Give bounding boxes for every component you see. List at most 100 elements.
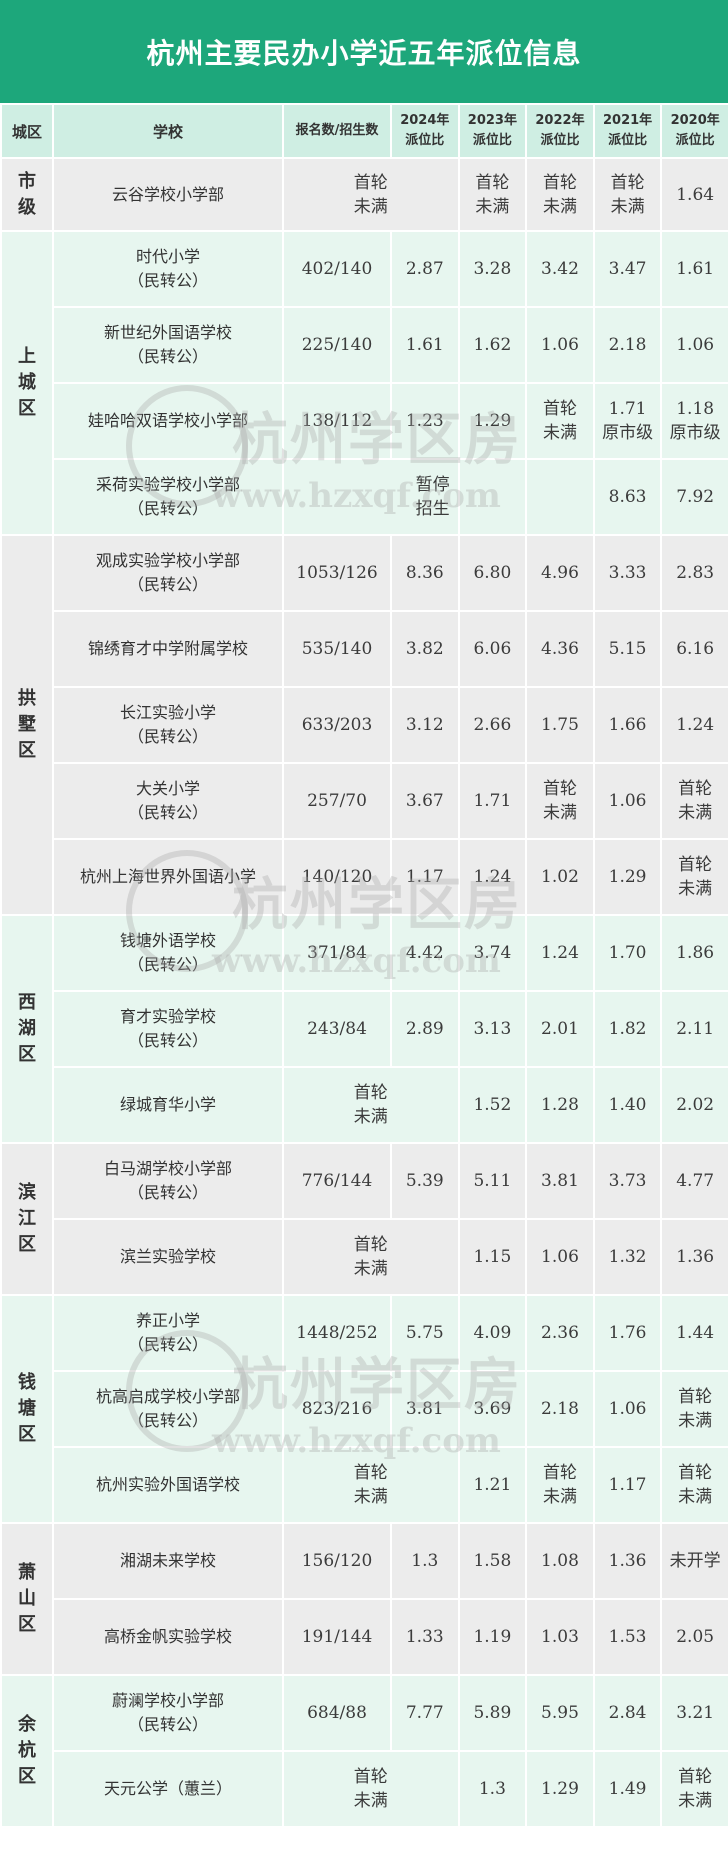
school-name: 绿城育华小学 (52, 1066, 284, 1144)
header-row: 城区 学校 报名数/招生数 2024年 派位比 2023年 派位比 2022年 … (0, 103, 728, 159)
ratio-y2021: 3.33 (592, 534, 663, 612)
ratio-y2020: 3.21 (660, 1674, 728, 1752)
school-name: 杭州实验外国语学校 (52, 1446, 284, 1524)
ratio-cell: 暂停 招生 (282, 458, 460, 536)
ratio-y2020: 2.11 (660, 990, 728, 1068)
table-row: 采荷实验学校小学部 （民转公） 暂停 招生 8.63 7.92 (1, 458, 728, 536)
ratio-y2021: 1.17 (592, 1446, 663, 1524)
ratio-y2022: 2.18 (525, 1370, 595, 1448)
ratio-y2022: 1.75 (525, 686, 595, 764)
school-name: 云谷学校小学部 (52, 157, 284, 232)
ratio-y2023: 1.15 (457, 1218, 528, 1296)
district-cell: 钱塘区 (0, 1294, 54, 1524)
table-row: 市级 云谷学校小学部 首轮 未满 首轮 未满 首轮 未满 首轮 未满 1.64 (0, 157, 728, 232)
district-cell: 拱墅区 (0, 534, 54, 916)
ratio-cell: 225/140 (282, 306, 392, 384)
school-name: 育才实验学校 （民转公） (52, 990, 284, 1068)
ratio-y2022: 4.96 (525, 534, 595, 612)
ratio-y2023: 5.89 (457, 1674, 528, 1752)
ratio-y2023: 1.19 (457, 1598, 528, 1676)
ratio-y2022 (525, 458, 595, 536)
school-name: 滨兰实验学校 (52, 1218, 284, 1296)
district-label: 滨江区 (18, 1182, 36, 1255)
ratio-y2024: 5.39 (390, 1142, 460, 1220)
school-name: 锦绣育才中学附属学校 (52, 610, 284, 688)
ratio-y2022: 1.24 (525, 914, 595, 992)
school-name: 钱塘外语学校 （民转公） (52, 914, 284, 992)
ratio-cell: 402/140 (282, 230, 392, 308)
header-2022: 2022年 派位比 (525, 103, 595, 159)
ratio-y2023: 1.29 (457, 382, 528, 460)
table-row: 锦绣育才中学附属学校 535/140 3.82 6.06 4.36 5.15 6.16 (1, 610, 728, 688)
table-row: 萧山区 湘湖未来学校 156/120 1.3 1.58 1.08 1.36 未开学 (0, 1522, 728, 1676)
district-label: 市级 (18, 170, 36, 218)
ratio-y2024: 8.36 (390, 534, 460, 612)
ratio-y2021: 1.70 (592, 914, 663, 992)
table-row: 拱墅区 观成实验学校小学部 （民转公） 1053/126 8.36 6.80 4.96 3.… (0, 534, 728, 916)
ratio-cell: 140/120 (282, 838, 392, 916)
ratio-y2024: 5.75 (390, 1294, 460, 1372)
ratio-y2021: 首轮 未满 (592, 157, 663, 232)
ratio-y2024: 2.87 (390, 230, 460, 308)
ratio-cell: 243/84 (282, 990, 392, 1068)
page-title: 杭州主要民办小学近五年派位信息 (0, 0, 728, 103)
ratio-y2020: 6.16 (660, 610, 728, 688)
ratio-y2020: 1.61 (660, 230, 728, 308)
school-name: 白马湖学校小学部 （民转公） (52, 1142, 284, 1220)
ratio-y2023: 1.3 (457, 1750, 528, 1828)
table-row: 杭州实验外国语学校 首轮 未满 1.21 首轮 未满 1.17 首轮 未满 (1, 1446, 728, 1524)
ratio-y2023: 3.28 (457, 230, 528, 308)
ratio-y2023: 1.71 (457, 762, 528, 840)
ratio-y2023: 6.06 (457, 610, 528, 688)
ratio-y2023: 6.80 (457, 534, 528, 612)
table-row: 长江实验小学 （民转公） 633/203 3.12 2.66 1.75 1.66 1.24 (1, 686, 728, 764)
table-row: 滨兰实验学校 首轮 未满 1.15 1.06 1.32 1.36 (1, 1218, 728, 1296)
ratio-y2024: 1.61 (390, 306, 460, 384)
ratio-y2020: 2.83 (660, 534, 728, 612)
ratio-y2020: 1.64 (660, 157, 728, 232)
ratio-y2022: 1.03 (525, 1598, 595, 1676)
ratio-cell: 首轮 未满 (282, 1446, 460, 1524)
school-name: 高桥金帆实验学校 (52, 1598, 284, 1676)
district-label: 钱塘区 (18, 1372, 36, 1445)
ratio-y2021: 1.82 (592, 990, 663, 1068)
ratio-y2024: 3.81 (390, 1370, 460, 1448)
ratio-y2023: 1.52 (457, 1066, 528, 1144)
school-name: 观成实验学校小学部 （民转公） (52, 534, 284, 612)
ratio-y2023: 3.74 (457, 914, 528, 992)
ratio-y2022: 2.36 (525, 1294, 595, 1372)
school-name: 杭高启成学校小学部 （民转公） (52, 1370, 284, 1448)
ratio-y2021: 2.84 (592, 1674, 663, 1752)
ratio-y2024: 1.23 (390, 382, 460, 460)
ratio-y2022: 1.08 (525, 1522, 595, 1600)
ratio-y2022: 首轮 未满 (525, 1446, 595, 1524)
district-label: 萧山区 (18, 1562, 36, 1635)
admission-table: 城区 学校 报名数/招生数 2024年 派位比 2023年 派位比 2022年 … (0, 103, 728, 1828)
ratio-y2020: 首轮 未满 (660, 838, 728, 916)
ratio-cell: 首轮 未满 (282, 157, 460, 232)
ratio-y2023: 1.21 (457, 1446, 528, 1524)
ratio-y2022: 3.81 (525, 1142, 595, 1220)
school-name: 大关小学 （民转公） (52, 762, 284, 840)
ratio-y2022: 1.29 (525, 1750, 595, 1828)
ratio-y2020: 7.92 (660, 458, 728, 536)
ratio-cell: 257/70 (282, 762, 392, 840)
table-row: 杭高启成学校小学部 （民转公） 823/216 3.81 3.69 2.18 1.06 首轮… (1, 1370, 728, 1448)
district-label: 上城区 (18, 346, 36, 419)
ratio-y2022: 首轮 未满 (525, 382, 595, 460)
table-row: 滨江区 白马湖学校小学部 （民转公） 776/144 5.39 5.11 3.81 3.73… (0, 1142, 728, 1296)
ratio-y2024: 4.42 (390, 914, 460, 992)
ratio-y2020: 首轮 未满 (660, 1750, 728, 1828)
table-body: 市级 云谷学校小学部 首轮 未满 首轮 未满 首轮 未满 首轮 未满 1.64 上城区 时代小学… (0, 157, 728, 1828)
ratio-cell: 1448/252 (282, 1294, 392, 1372)
ratio-y2021: 1.29 (592, 838, 663, 916)
header-district: 城区 (0, 103, 54, 159)
ratio-y2024: 3.82 (390, 610, 460, 688)
ratio-cell: 156/120 (282, 1522, 392, 1600)
ratio-y2021: 1.40 (592, 1066, 663, 1144)
ratio-cell: 191/144 (282, 1598, 392, 1676)
ratio-y2020: 1.44 (660, 1294, 728, 1372)
ratio-y2020: 2.05 (660, 1598, 728, 1676)
ratio-y2022: 2.01 (525, 990, 595, 1068)
ratio-y2023 (457, 458, 528, 536)
